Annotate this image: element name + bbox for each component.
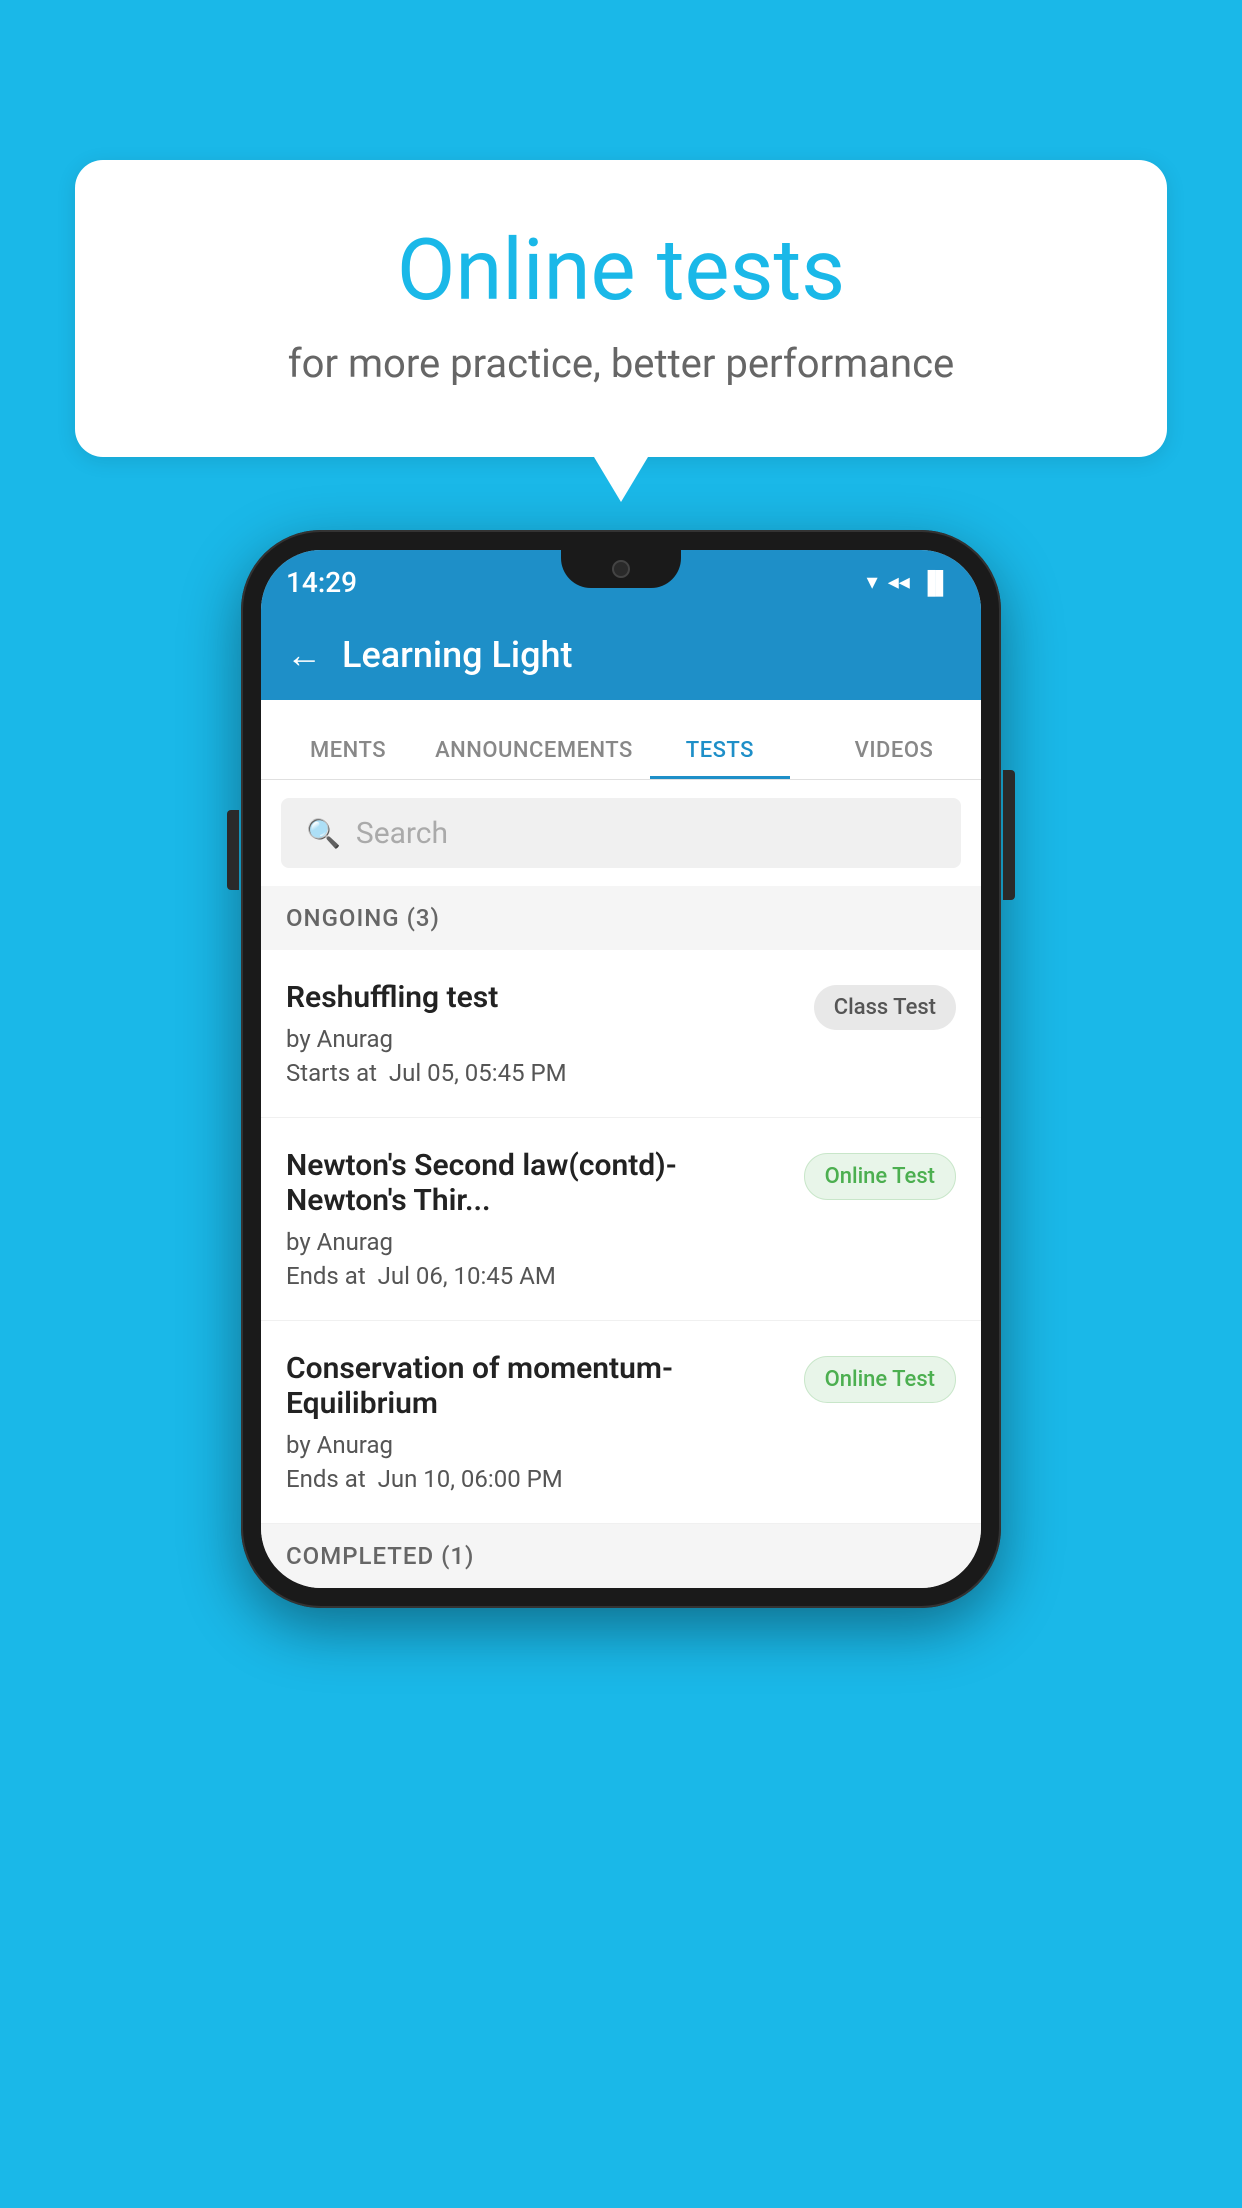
test-time-2: Ends at Jul 06, 10:45 AM — [286, 1262, 784, 1290]
status-time: 14:29 — [286, 566, 357, 599]
app-title: Learning Light — [342, 634, 572, 676]
test-name-1: Reshuffling test — [286, 980, 794, 1015]
test-item-1[interactable]: Reshuffling test by Anurag Starts at Jul… — [261, 950, 981, 1118]
test-time-1: Starts at Jul 05, 05:45 PM — [286, 1059, 794, 1087]
test-author-2: by Anurag — [286, 1228, 784, 1256]
tabs-bar: MENTS ANNOUNCEMENTS TESTS VIDEOS — [261, 700, 981, 780]
test-time-3: Ends at Jun 10, 06:00 PM — [286, 1465, 784, 1493]
tab-tests[interactable]: TESTS — [633, 738, 807, 779]
test-badge-3: Online Test — [804, 1356, 956, 1403]
phone-screen: 14:29 ▾ ◂◂ ▐▌ ← Learning Light MENTS ANN… — [261, 550, 981, 1588]
back-button[interactable]: ← — [286, 634, 322, 676]
test-badge-1: Class Test — [814, 985, 956, 1030]
test-info-2: Newton's Second law(contd)-Newton's Thir… — [286, 1148, 804, 1290]
front-camera — [612, 560, 630, 578]
battery-icon: ▐▌ — [920, 570, 951, 596]
phone-wrapper: 14:29 ▾ ◂◂ ▐▌ ← Learning Light MENTS ANN… — [241, 530, 1001, 1608]
test-name-3: Conservation of momentum-Equilibrium — [286, 1351, 784, 1421]
test-name-2: Newton's Second law(contd)-Newton's Thir… — [286, 1148, 784, 1218]
signal-icon: ◂◂ — [888, 570, 910, 595]
bubble-subtitle: for more practice, better performance — [125, 340, 1117, 387]
tab-ments[interactable]: MENTS — [261, 738, 435, 779]
search-container: 🔍 Search — [261, 780, 981, 886]
phone-outer: 14:29 ▾ ◂◂ ▐▌ ← Learning Light MENTS ANN… — [241, 530, 1001, 1608]
status-icons: ▾ ◂◂ ▐▌ — [867, 570, 951, 596]
search-placeholder: Search — [356, 816, 448, 851]
wifi-icon: ▾ — [867, 570, 878, 595]
tab-announcements[interactable]: ANNOUNCEMENTS — [435, 738, 633, 779]
search-icon: 🔍 — [306, 817, 341, 850]
speech-bubble: Online tests for more practice, better p… — [75, 160, 1167, 457]
test-item-3[interactable]: Conservation of momentum-Equilibrium by … — [261, 1321, 981, 1524]
phone-notch — [561, 550, 681, 588]
test-item-2[interactable]: Newton's Second law(contd)-Newton's Thir… — [261, 1118, 981, 1321]
completed-section-header: COMPLETED (1) — [261, 1524, 981, 1588]
tab-videos[interactable]: VIDEOS — [807, 738, 981, 779]
app-header: ← Learning Light — [261, 610, 981, 700]
test-author-1: by Anurag — [286, 1025, 794, 1053]
bubble-title: Online tests — [125, 220, 1117, 320]
search-input[interactable]: 🔍 Search — [281, 798, 961, 868]
test-info-1: Reshuffling test by Anurag Starts at Jul… — [286, 980, 814, 1087]
test-info-3: Conservation of momentum-Equilibrium by … — [286, 1351, 804, 1493]
test-author-3: by Anurag — [286, 1431, 784, 1459]
ongoing-section-header: ONGOING (3) — [261, 886, 981, 950]
test-badge-2: Online Test — [804, 1153, 956, 1200]
